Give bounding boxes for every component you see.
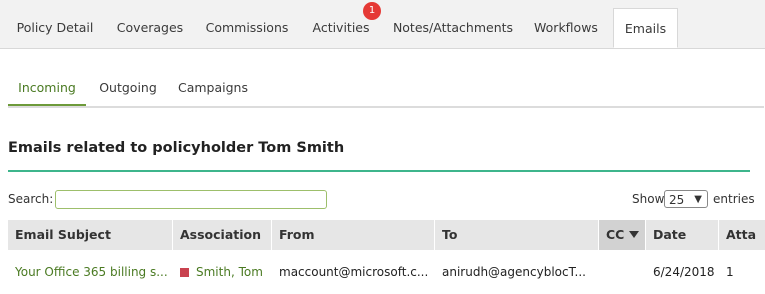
col-to[interactable]: To xyxy=(435,220,599,250)
top-tab-bar: Policy Detail Coverages Commissions Acti… xyxy=(0,0,765,49)
col-cc[interactable]: CC xyxy=(599,220,646,250)
tab-notes-attachments[interactable]: Notes/Attachments xyxy=(384,0,522,48)
search-label: Search: xyxy=(8,192,54,206)
association-name: Smith, Tom xyxy=(196,265,263,279)
tab-commissions[interactable]: Commissions xyxy=(196,0,298,48)
from-cell: maccount@microsoft.c... xyxy=(279,265,429,279)
show-label: Show xyxy=(632,192,665,206)
col-cc-label: CC xyxy=(606,227,625,242)
col-from[interactable]: From xyxy=(272,220,435,250)
to-cell: anirudh@agencyblocT... xyxy=(442,265,586,279)
entries-label: entries xyxy=(713,192,755,206)
activities-count-badge: 1 xyxy=(363,2,381,20)
col-date[interactable]: Date xyxy=(646,220,719,250)
contact-type-icon xyxy=(180,268,189,277)
page-length-value: 25 xyxy=(669,193,685,207)
tab-emails[interactable]: Emails xyxy=(613,8,678,48)
email-sub-tabs: Incoming Outgoing Campaigns xyxy=(8,74,764,108)
tab-workflows[interactable]: Workflows xyxy=(526,0,606,48)
section-heading: Emails related to policyholder Tom Smith xyxy=(8,140,345,156)
table-header: Email Subject Association From To CC Dat… xyxy=(8,220,765,250)
col-email-subject[interactable]: Email Subject xyxy=(8,220,173,250)
search-input[interactable] xyxy=(55,190,327,209)
subtab-campaigns[interactable]: Campaigns xyxy=(174,74,252,104)
tab-policy-detail[interactable]: Policy Detail xyxy=(6,0,104,48)
email-subject-link[interactable]: Your Office 365 billing s... xyxy=(8,251,173,291)
col-association[interactable]: Association xyxy=(173,220,272,250)
page-length-select[interactable]: 25 ▼ xyxy=(664,190,708,208)
heading-divider xyxy=(8,170,750,172)
col-attachments[interactable]: Atta xyxy=(719,220,765,250)
chevron-down-icon: ▼ xyxy=(694,194,702,205)
association-link[interactable]: Smith, Tom xyxy=(173,251,272,291)
subtab-incoming[interactable]: Incoming xyxy=(8,74,86,106)
tab-coverages[interactable]: Coverages xyxy=(108,0,192,48)
sort-desc-icon xyxy=(629,231,639,238)
cc-cell xyxy=(599,251,646,291)
attachments-cell: 1 xyxy=(726,265,734,279)
subtab-outgoing[interactable]: Outgoing xyxy=(94,74,162,104)
date-cell: 6/24/2018 xyxy=(653,265,715,279)
table-row[interactable]: Your Office 365 billing s... Smith, Tom … xyxy=(8,251,765,291)
